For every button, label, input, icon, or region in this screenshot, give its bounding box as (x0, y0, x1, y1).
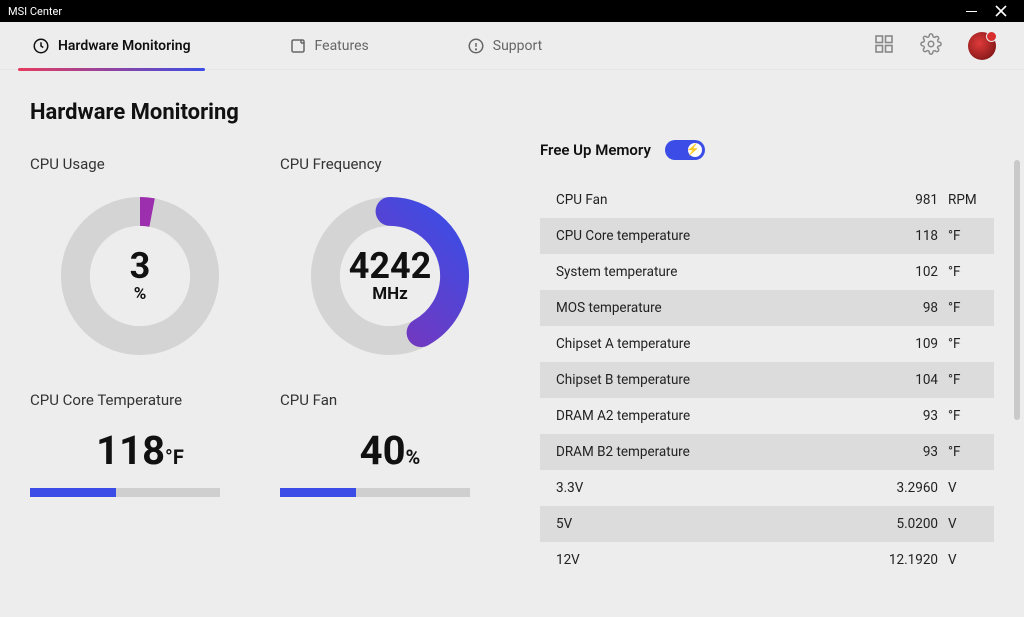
table-row: Chipset B temperature 104 °F (540, 362, 994, 398)
tab-label: Features (315, 38, 369, 54)
sensor-name: 5V (556, 516, 878, 532)
gauge-label: CPU Usage (30, 155, 250, 173)
gauge-label: CPU Core Temperature (30, 391, 250, 409)
sensor-value: 98 (878, 300, 938, 316)
tab-hardware-monitoring[interactable]: Hardware Monitoring (18, 22, 205, 70)
sensor-name: 3.3V (556, 480, 878, 496)
sensor-unit: RPM (938, 192, 978, 208)
sensor-unit: V (938, 552, 978, 568)
page-title: Hardware Monitoring (30, 100, 500, 125)
progress-bar (30, 488, 220, 497)
settings-button[interactable] (920, 33, 942, 59)
gauge-unit: MHz (372, 284, 408, 304)
apps-button[interactable] (874, 34, 894, 58)
table-row: System temperature 102 °F (540, 254, 994, 290)
tab-label: Support (493, 38, 542, 54)
sensor-unit: °F (938, 408, 978, 424)
grid-icon (874, 34, 894, 54)
tab-label: Hardware Monitoring (58, 38, 191, 54)
free-up-memory-toggle[interactable]: ⚡ (665, 140, 705, 160)
support-icon (467, 37, 485, 55)
sensor-unit: °F (938, 228, 978, 244)
avatar[interactable] (968, 32, 996, 60)
minimize-button[interactable] (956, 0, 986, 22)
table-row: CPU Core temperature 118 °F (540, 218, 994, 254)
sensor-name: CPU Fan (556, 192, 878, 208)
gauge-label: CPU Fan (280, 391, 500, 409)
sensor-unit: °F (938, 264, 978, 280)
progress-bar (280, 488, 470, 497)
close-icon (995, 5, 1007, 17)
sensor-value: 118 (878, 228, 938, 244)
gauge-unit: °F (165, 445, 184, 469)
sensor-table: CPU Fan 981 RPMCPU Core temperature 118 … (540, 182, 994, 617)
sensor-name: DRAM B2 temperature (556, 444, 878, 460)
tab-features[interactable]: Features (275, 22, 383, 70)
donut-cpu-usage: 3 % (55, 191, 225, 361)
gauge-value: 4242 (349, 248, 432, 284)
table-row: 3.3V 3.2960 V (540, 470, 994, 506)
sensor-unit: °F (938, 336, 978, 352)
sensor-name: System temperature (556, 264, 878, 280)
sensor-value: 93 (878, 444, 938, 460)
sensor-name: Chipset A temperature (556, 336, 878, 352)
sensor-value: 102 (878, 264, 938, 280)
features-icon (289, 37, 307, 55)
table-row: 5V 5.0200 V (540, 506, 994, 542)
sensor-name: CPU Core temperature (556, 228, 878, 244)
sensor-unit: °F (938, 444, 978, 460)
table-row: 12V 12.1920 V (540, 542, 994, 578)
free-up-memory-label: Free Up Memory (540, 141, 651, 159)
gauge-cpu-usage: CPU Usage 3 % (30, 155, 250, 361)
sensor-unit: °F (938, 300, 978, 316)
scrollbar[interactable] (1014, 160, 1020, 420)
sensor-value: 3.2960 (878, 480, 938, 496)
window-title: MSI Center (8, 5, 62, 18)
tab-support[interactable]: Support (453, 22, 556, 70)
sensor-value: 5.0200 (878, 516, 938, 532)
minimize-icon (966, 6, 977, 17)
sensor-value: 981 (878, 192, 938, 208)
sensor-unit: °F (938, 372, 978, 388)
sensor-value: 109 (878, 336, 938, 352)
gauge-cpu-core-temp: CPU Core Temperature 118°F (30, 391, 250, 497)
gauge-value: 40 (360, 427, 406, 474)
gauge-value: 3 (130, 248, 151, 284)
sensor-unit: V (938, 516, 978, 532)
table-row: DRAM A2 temperature 93 °F (540, 398, 994, 434)
gauge-unit: % (134, 284, 147, 304)
sensor-name: Chipset B temperature (556, 372, 878, 388)
window-titlebar: MSI Center (0, 0, 1024, 22)
gear-icon (920, 33, 942, 55)
gauge-value: 118 (96, 427, 165, 474)
close-button[interactable] (986, 0, 1016, 22)
gauge-cpu-frequency: CPU Frequency 4242 (280, 155, 500, 361)
sensor-name: 12V (556, 552, 878, 568)
gauge-cpu-fan: CPU Fan 40% (280, 391, 500, 497)
sensor-value: 104 (878, 372, 938, 388)
table-row: CPU Fan 981 RPM (540, 182, 994, 218)
sensor-unit: V (938, 480, 978, 496)
sensor-name: DRAM A2 temperature (556, 408, 878, 424)
sensor-value: 12.1920 (878, 552, 938, 568)
gauge-unit: % (406, 445, 421, 469)
sensor-name: MOS temperature (556, 300, 878, 316)
top-nav: Hardware Monitoring Features Support (0, 22, 1024, 70)
gauge-label: CPU Frequency (280, 155, 500, 173)
bolt-icon: ⚡ (686, 143, 700, 156)
sensor-value: 93 (878, 408, 938, 424)
donut-cpu-frequency: 4242 MHz (305, 191, 475, 361)
table-row: MOS temperature 98 °F (540, 290, 994, 326)
table-row: Chipset A temperature 109 °F (540, 326, 994, 362)
monitor-icon (32, 37, 50, 55)
table-row: DRAM B2 temperature 93 °F (540, 434, 994, 470)
